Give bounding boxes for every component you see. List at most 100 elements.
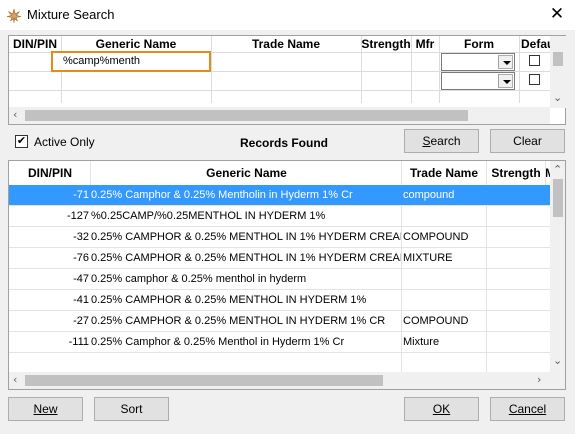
cancel-button[interactable]: Cancel bbox=[490, 397, 565, 421]
din-cell: -127 bbox=[66, 210, 89, 222]
strength-cell bbox=[487, 185, 545, 206]
search-horizontal-scrollbar[interactable]: ‹ bbox=[9, 107, 550, 124]
grid-line bbox=[486, 353, 487, 373]
results-col-trade[interactable]: Trade Name bbox=[402, 161, 486, 185]
table-row[interactable]: -41 0.25% CAMPHOR & 0.25% MENTHOL IN HYDE… bbox=[9, 290, 550, 311]
search-col-generic: Generic Name bbox=[95, 37, 177, 51]
title-bar: Mixture Search ✕ bbox=[0, 0, 575, 30]
grid-line bbox=[486, 248, 487, 269]
strength-cell bbox=[487, 206, 545, 227]
generic-name-cell: 0.25% CAMPHOR & 0.25% MENTHOL IN 1% HYDE… bbox=[91, 231, 401, 243]
table-row[interactable]: -71 0.25% Camphor & 0.25% Mentholin in Hy… bbox=[9, 185, 550, 206]
grid-line bbox=[545, 161, 546, 185]
active-only-checkbox[interactable]: ✔ bbox=[15, 135, 28, 148]
search-col-trade: Trade Name bbox=[251, 37, 321, 51]
din-cell: -41 bbox=[73, 294, 89, 306]
search-vertical-scrollbar[interactable]: ⌄ bbox=[550, 36, 566, 108]
grid-line bbox=[401, 353, 402, 373]
results-vertical-scrollbar[interactable]: ⌃ ⌄ bbox=[550, 161, 565, 372]
table-row[interactable]: -47 0.25% camphor & 0.25% menthol in hyde… bbox=[9, 269, 550, 290]
results-grid: DIN/PIN Generic Name Trade Name Strength… bbox=[8, 160, 566, 390]
results-horizontal-scrollbar[interactable]: ‹ › bbox=[9, 372, 565, 389]
strength-cell bbox=[487, 290, 545, 311]
window-title: Mixture Search bbox=[27, 7, 115, 22]
search-criteria-grid: DIN/PIN Generic Name Trade Name Strength… bbox=[8, 35, 566, 125]
generic-name-search-input[interactable]: %camp%menth bbox=[51, 51, 211, 72]
grid-line bbox=[401, 161, 402, 185]
trade-name-cell: COMPOUND bbox=[403, 315, 469, 327]
din-cell: -27 bbox=[73, 315, 89, 327]
strength-cell bbox=[487, 269, 545, 290]
trade-name-cell: MIXTURE bbox=[403, 252, 453, 264]
chevron-right-icon[interactable]: › bbox=[537, 373, 541, 386]
grid-line bbox=[90, 161, 91, 185]
clear-button[interactable]: Clear bbox=[490, 129, 565, 153]
generic-name-cell: 0.25% CAMPHOR & 0.25% MENTHOL IN HYDERM … bbox=[91, 294, 367, 306]
trade-name-cell bbox=[402, 206, 486, 227]
trade-name-cell bbox=[402, 290, 486, 311]
new-button[interactable]: New bbox=[8, 397, 83, 421]
default-checkbox[interactable] bbox=[529, 55, 540, 66]
din-cell: -111 bbox=[68, 336, 89, 348]
grid-line bbox=[486, 161, 487, 185]
strength-cell bbox=[487, 311, 545, 332]
grid-line bbox=[486, 269, 487, 290]
active-only-label: Active Only bbox=[34, 135, 95, 149]
din-cell: -47 bbox=[73, 273, 89, 285]
grid-line bbox=[486, 311, 487, 332]
form-dropdown[interactable] bbox=[441, 53, 515, 71]
din-cell: -71 bbox=[73, 189, 89, 201]
scroll-thumb[interactable] bbox=[25, 375, 383, 386]
table-row[interactable]: -127 %0.25CAMP/%0.25MENTHOL IN HYDERM 1% bbox=[9, 206, 550, 227]
grid-line bbox=[486, 332, 487, 353]
search-button-label-rest: earch bbox=[430, 134, 461, 148]
chevron-down-icon[interactable] bbox=[498, 74, 513, 88]
table-row[interactable]: -27 0.25% CAMPHOR & 0.25% MENTHOL IN HYDE… bbox=[9, 311, 550, 332]
din-cell: -76 bbox=[73, 252, 89, 264]
grid-line bbox=[519, 36, 520, 103]
form-dropdown[interactable] bbox=[441, 72, 515, 90]
results-col-strength[interactable]: Strength bbox=[487, 161, 545, 185]
table-row[interactable]: -111 0.25% Camphor & 0.25% Menthol in Hyd… bbox=[9, 332, 550, 353]
generic-name-cell: 0.25% Camphor & 0.25% Menthol in Hyderm … bbox=[91, 336, 345, 348]
chevron-left-icon[interactable]: ‹ bbox=[13, 373, 17, 386]
trade-name-cell: COMPOUND bbox=[403, 231, 469, 243]
trade-name-cell: Mixture bbox=[403, 336, 440, 348]
table-row[interactable]: -76 0.25% CAMPHOR & 0.25% MENTHOL IN 1% H… bbox=[9, 248, 550, 269]
chevron-left-icon[interactable]: ‹ bbox=[13, 108, 17, 121]
default-checkbox[interactable] bbox=[529, 74, 540, 85]
generic-name-cell: 0.25% Camphor & 0.25% Mentholin in Hyder… bbox=[91, 189, 353, 201]
chevron-up-icon[interactable]: ⌃ bbox=[553, 163, 562, 176]
sort-button[interactable]: Sort bbox=[94, 397, 169, 421]
new-button-label: New bbox=[33, 402, 58, 416]
grid-line bbox=[411, 36, 412, 103]
grid-line bbox=[401, 311, 402, 332]
chevron-down-icon[interactable] bbox=[498, 55, 513, 69]
trade-name-cell bbox=[402, 269, 486, 290]
close-icon[interactable]: ✕ bbox=[539, 0, 575, 30]
cannabis-leaf-icon bbox=[6, 8, 22, 24]
grid-line bbox=[401, 269, 402, 290]
results-col-generic[interactable]: Generic Name bbox=[91, 161, 402, 185]
records-found-label: Records Found bbox=[240, 136, 329, 150]
search-col-strength: Strength bbox=[361, 37, 411, 51]
results-col-din[interactable]: DIN/PIN bbox=[9, 161, 91, 185]
trade-name-cell: compound bbox=[403, 189, 455, 201]
scroll-thumb[interactable] bbox=[553, 52, 563, 66]
ok-button[interactable]: OK bbox=[404, 397, 479, 421]
grid-line bbox=[401, 206, 402, 227]
din-cell: -32 bbox=[73, 231, 89, 243]
ok-button-label: OK bbox=[432, 402, 451, 416]
chevron-down-icon[interactable]: ⌄ bbox=[553, 354, 562, 367]
search-col-default: Defau bbox=[521, 37, 551, 51]
search-button[interactable]: Search bbox=[404, 129, 479, 153]
scroll-thumb[interactable] bbox=[25, 110, 468, 121]
table-row[interactable]: -32 0.25% CAMPHOR & 0.25% MENTHOL IN 1% H… bbox=[9, 227, 550, 248]
chevron-down-icon[interactable]: ⌄ bbox=[553, 91, 562, 104]
generic-name-cell: 0.25% CAMPHOR & 0.25% MENTHOL IN 1% HYDE… bbox=[91, 252, 401, 264]
generic-name-cell: %0.25CAMP/%0.25MENTHOL IN HYDERM 1% bbox=[91, 210, 326, 222]
grid-line bbox=[486, 227, 487, 248]
grid-line bbox=[401, 227, 402, 248]
scroll-thumb[interactable] bbox=[553, 179, 563, 217]
search-col-mfr: Mfr bbox=[415, 37, 435, 51]
